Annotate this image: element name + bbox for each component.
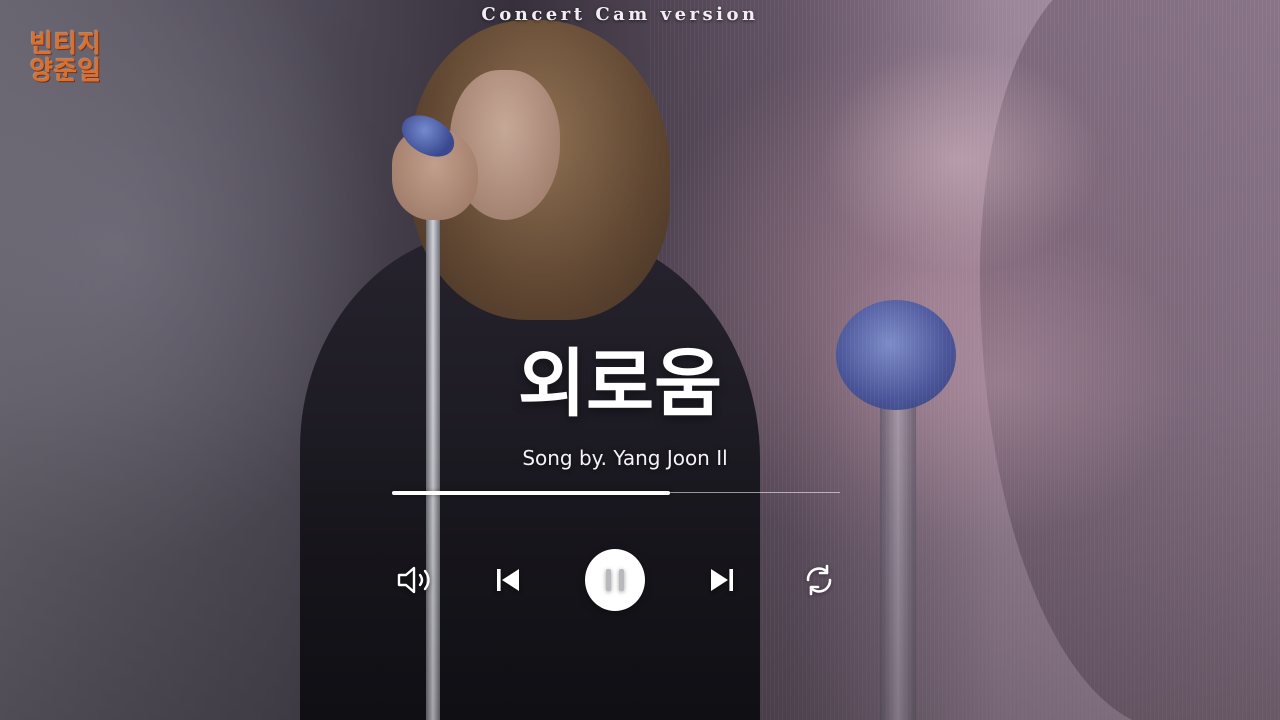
pause-button[interactable] <box>585 549 645 611</box>
previous-track-button[interactable] <box>478 550 538 610</box>
volume-icon <box>397 566 430 594</box>
next-track-button[interactable] <box>692 550 752 610</box>
channel-logo-line-2: 양준일 <box>29 56 102 85</box>
song-title: 외로움 <box>517 341 723 427</box>
skip-next-icon <box>711 569 733 591</box>
channel-logo-line-1: 빈티지 <box>29 29 102 58</box>
microphone-stand <box>426 170 440 720</box>
song-artist: Song by. Yang Joon Il <box>522 446 728 470</box>
volume-button[interactable] <box>385 550 445 610</box>
pause-button-circle <box>585 549 645 611</box>
channel-logo: 빈티지 양준일 <box>20 30 112 98</box>
repeat-icon <box>806 564 832 596</box>
repeat-button[interactable] <box>789 550 849 610</box>
pause-icon <box>606 569 624 591</box>
video-frame: Concert Cam version 빈티지 양준일 외로움 Song by.… <box>0 0 1280 720</box>
video-caption: Concert Cam version <box>481 4 759 25</box>
progress-bar[interactable] <box>392 491 840 495</box>
player-controls <box>0 549 1280 611</box>
skip-previous-icon <box>497 569 519 591</box>
progress-fill <box>392 491 670 495</box>
